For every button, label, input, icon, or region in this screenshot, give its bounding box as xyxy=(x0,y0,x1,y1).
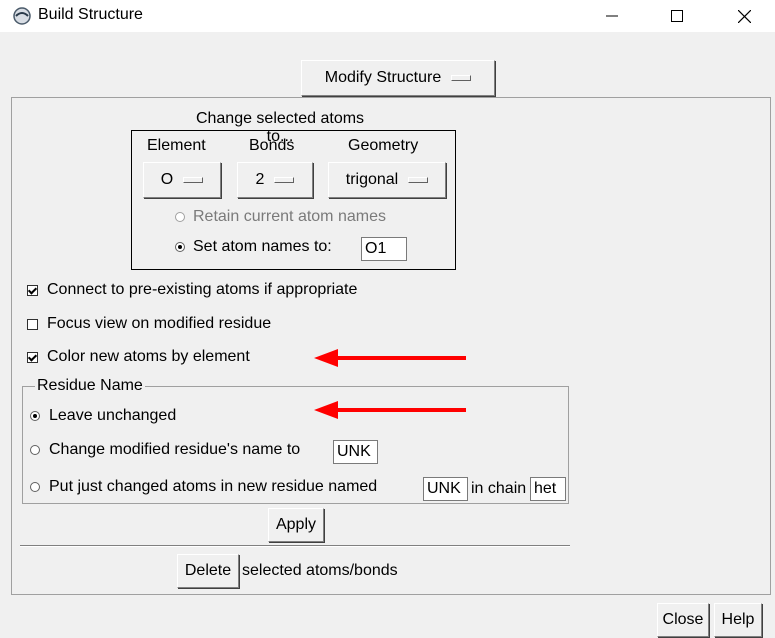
focus-option[interactable]: Focus view on modified residue xyxy=(27,315,271,333)
minimize-button[interactable] xyxy=(589,0,635,32)
color-checkbox[interactable] xyxy=(27,351,38,363)
element-menu[interactable]: O xyxy=(143,162,221,198)
new-residue-name-field[interactable]: UNK xyxy=(423,477,468,501)
focus-checkbox[interactable] xyxy=(27,318,38,330)
element-value: O xyxy=(160,171,174,188)
maximize-button[interactable] xyxy=(654,0,700,32)
change-residue-name-radio[interactable] xyxy=(30,445,40,455)
geometry-menu[interactable]: trigonal xyxy=(328,162,446,198)
new-residue-label: Put just changed atoms in new residue na… xyxy=(49,478,378,495)
bonds-menu[interactable]: 2 xyxy=(237,162,313,198)
connect-checkbox[interactable] xyxy=(27,284,38,296)
mode-menu-label: Modify Structure xyxy=(324,69,442,86)
bonds-value: 2 xyxy=(255,171,265,188)
apply-label: Apply xyxy=(275,516,317,533)
close-window-button[interactable] xyxy=(721,0,767,32)
minimize-icon xyxy=(606,15,618,17)
connect-label: Connect to pre-existing atoms if appropr… xyxy=(47,281,358,298)
residue-name-title: Residue Name xyxy=(35,377,145,395)
leave-unchanged-option[interactable]: Leave unchanged xyxy=(30,407,176,425)
new-residue-radio[interactable] xyxy=(30,482,40,492)
maximize-icon xyxy=(671,10,683,22)
retain-names-label: Retain current atom names xyxy=(193,208,386,225)
color-label: Color new atoms by element xyxy=(47,348,250,365)
connect-option[interactable]: Connect to pre-existing atoms if appropr… xyxy=(27,281,357,299)
geometry-label: Geometry xyxy=(348,137,419,154)
leave-unchanged-label: Leave unchanged xyxy=(49,407,177,424)
help-button[interactable]: Help xyxy=(714,603,762,637)
mode-menu-button[interactable]: Modify Structure xyxy=(301,60,495,96)
geometry-value: trigonal xyxy=(345,171,399,188)
window-title: Build Structure xyxy=(38,6,143,23)
in-chain-label: in chain xyxy=(471,480,527,497)
set-names-radio[interactable] xyxy=(175,242,185,252)
atom-name-field[interactable]: O1 xyxy=(361,237,407,261)
help-label: Help xyxy=(721,611,755,628)
leave-unchanged-radio[interactable] xyxy=(30,411,40,421)
title-bar: Build Structure xyxy=(0,0,775,32)
new-residue-option[interactable]: Put just changed atoms in new residue na… xyxy=(30,478,377,496)
set-names-option[interactable]: Set atom names to: xyxy=(175,238,332,256)
close-button[interactable]: Close xyxy=(657,603,709,637)
residue-name-field[interactable]: UNK xyxy=(333,440,378,464)
delete-label: Delete xyxy=(184,562,232,579)
delete-button[interactable]: Delete xyxy=(177,554,239,588)
delete-suffix-label: selected atoms/bonds xyxy=(242,562,398,579)
focus-label: Focus view on modified residue xyxy=(47,315,272,332)
bonds-label: Bonds xyxy=(249,137,295,154)
menu-indicator-icon xyxy=(408,177,429,183)
element-label: Element xyxy=(147,137,206,154)
separator xyxy=(20,545,570,547)
app-icon xyxy=(13,7,31,25)
menu-indicator-icon xyxy=(274,177,295,183)
chain-field[interactable]: het xyxy=(530,477,566,501)
apply-button[interactable]: Apply xyxy=(268,508,324,542)
change-residue-name-label: Change modified residue's name to xyxy=(49,441,301,458)
menu-indicator-icon xyxy=(451,75,472,81)
menu-indicator-icon xyxy=(183,177,204,183)
retain-names-radio[interactable] xyxy=(175,212,185,222)
retain-names-option[interactable]: Retain current atom names xyxy=(175,208,386,226)
color-option[interactable]: Color new atoms by element xyxy=(27,348,250,366)
close-icon xyxy=(737,9,751,23)
close-label: Close xyxy=(662,611,704,628)
annotation-arrow-icon xyxy=(314,349,466,367)
set-names-label: Set atom names to: xyxy=(193,238,332,255)
change-residue-name-option[interactable]: Change modified residue's name to xyxy=(30,441,300,459)
